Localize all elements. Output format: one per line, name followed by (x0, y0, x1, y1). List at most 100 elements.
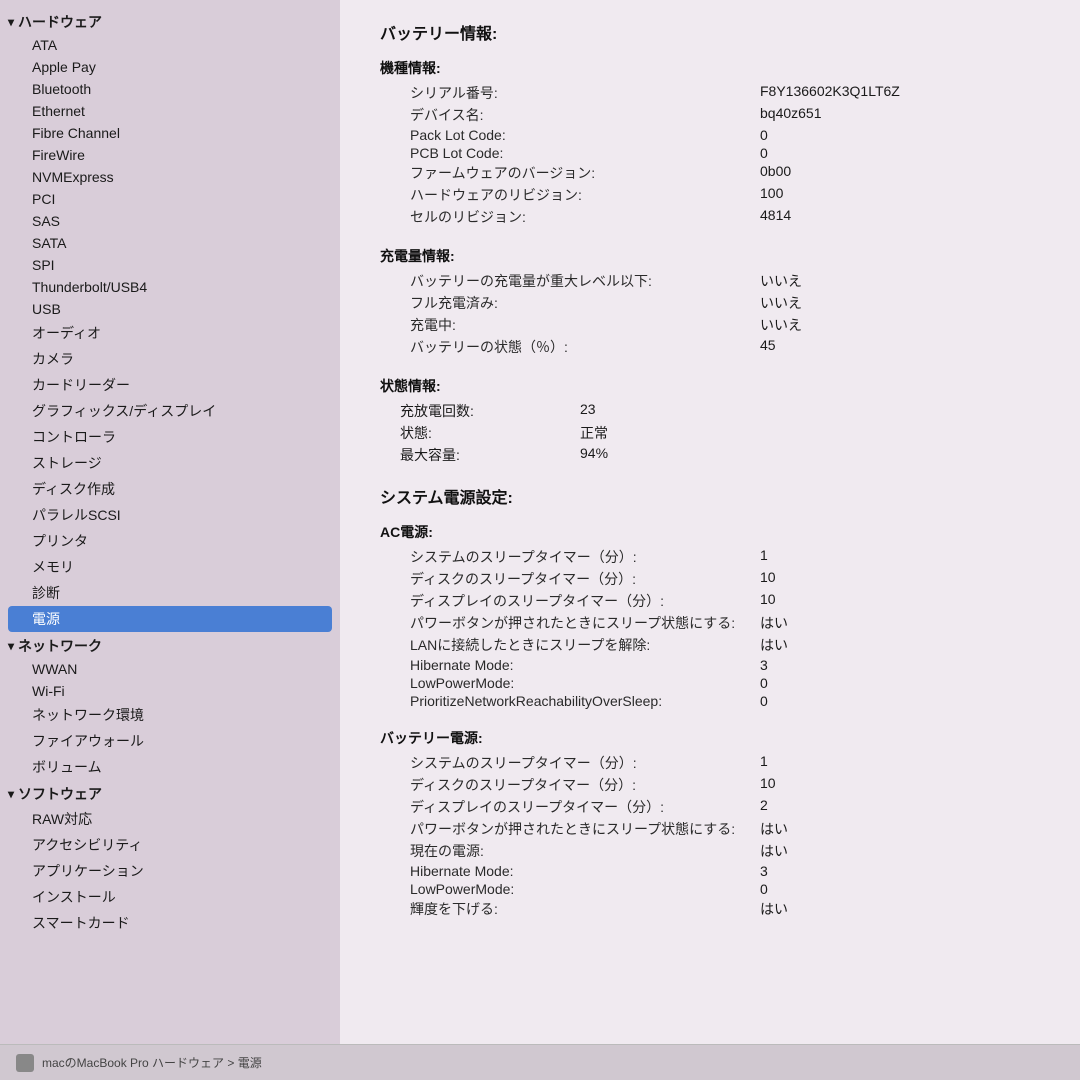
device-label: デバイス名: (380, 105, 760, 125)
page-title: バッテリー情報: (380, 20, 1050, 44)
network-arrow: ▾ (8, 639, 14, 653)
pcb-lot-row: PCB Lot Code: 0 (380, 144, 1050, 162)
ac-disk-sleep-value: 10 (760, 569, 776, 589)
software-arrow: ▾ (8, 787, 14, 801)
bat-disk-sleep-label: ディスクのスリープタイマー（分）: (380, 775, 760, 795)
max-capacity-label: 最大容量: (380, 445, 580, 465)
sidebar-item-applications[interactable]: アプリケーション (0, 858, 340, 884)
bat-hibernate-row: Hibernate Mode: 3 (380, 862, 1050, 880)
battery-status-value: 45 (760, 337, 776, 357)
sidebar-item-firewall[interactable]: ファイアウォール (0, 728, 340, 754)
sidebar-item-thunderbolt[interactable]: Thunderbolt/USB4 (0, 276, 340, 298)
device-value: bq40z651 (760, 105, 822, 125)
pcb-lot-value: 0 (760, 145, 768, 161)
ac-hibernate-label: Hibernate Mode: (380, 657, 760, 673)
ac-display-sleep-row: ディスプレイのスリープタイマー（分）: 10 (380, 590, 1050, 612)
firmware-value: 0b00 (760, 163, 791, 183)
ac-disk-sleep-label: ディスクのスリープタイマー（分）: (380, 569, 760, 589)
ac-lowpower-label: LowPowerMode: (380, 675, 760, 691)
bat-brightness-value: はい (760, 899, 788, 919)
ac-sleep-timer-label: システムのスリープタイマー（分）: (380, 547, 760, 567)
status-info-block: 状態情報: 充放電回数: 23 状態: 正常 最大容量: 94% (380, 376, 1050, 466)
critical-label: バッテリーの充電量が重大レベル以下: (380, 271, 760, 291)
charging-value: いいえ (760, 315, 802, 335)
firmware-label: ファームウェアのバージョン: (380, 163, 760, 183)
sidebar: ▾ ハードウェア ATA Apple Pay Bluetooth Etherne… (0, 0, 340, 1080)
sidebar-item-power[interactable]: 電源 (8, 606, 332, 632)
ac-display-sleep-label: ディスプレイのスリープタイマー（分）: (380, 591, 760, 611)
sidebar-item-parallel-scsi[interactable]: パラレルSCSI (0, 502, 340, 528)
sidebar-item-ethernet[interactable]: Ethernet (0, 100, 340, 122)
hardware-arrow: ▾ (8, 15, 14, 29)
hw-rev-row: ハードウェアのリビジョン: 100 (380, 184, 1050, 206)
bat-disk-sleep-value: 10 (760, 775, 776, 795)
ac-prioritize-label: PrioritizeNetworkReachabilityOverSleep: (380, 693, 760, 709)
sidebar-item-raw[interactable]: RAW対応 (0, 806, 340, 832)
ac-power-button-value: はい (760, 613, 788, 633)
sidebar-item-printer[interactable]: プリンタ (0, 528, 340, 554)
condition-value: 正常 (580, 423, 608, 443)
bat-power-button-value: はい (760, 819, 788, 839)
sidebar-item-sas[interactable]: SAS (0, 210, 340, 232)
condition-label: 状態: (380, 423, 580, 443)
sidebar-item-accessibility[interactable]: アクセシビリティ (0, 832, 340, 858)
ac-display-sleep-value: 10 (760, 591, 776, 611)
cell-rev-row: セルのリビジョン: 4814 (380, 206, 1050, 228)
ac-lan-label: LANに接続したときにスリープを解除: (380, 635, 760, 655)
sidebar-item-wifi[interactable]: Wi-Fi (0, 680, 340, 702)
sidebar-item-bluetooth[interactable]: Bluetooth (0, 78, 340, 100)
sidebar-item-pci[interactable]: PCI (0, 188, 340, 210)
sidebar-item-volume[interactable]: ボリューム (0, 754, 340, 780)
ac-prioritize-value: 0 (760, 693, 768, 709)
sidebar-item-network-env[interactable]: ネットワーク環境 (0, 702, 340, 728)
sidebar-item-disk-creation[interactable]: ディスク作成 (0, 476, 340, 502)
cycle-value: 23 (580, 401, 596, 421)
sidebar-item-nvme[interactable]: NVMExpress (0, 166, 340, 188)
sidebar-item-memory[interactable]: メモリ (0, 554, 340, 580)
ac-lan-row: LANに接続したときにスリープを解除: はい (380, 634, 1050, 656)
sidebar-item-sata[interactable]: SATA (0, 232, 340, 254)
bat-lowpower-value: 0 (760, 881, 768, 897)
mac-icon (16, 1054, 34, 1072)
fully-charged-row: フル充電済み: いいえ (380, 292, 1050, 314)
bat-sleep-timer-label: システムのスリープタイマー（分）: (380, 753, 760, 773)
bat-brightness-label: 輝度を下げる: (380, 899, 760, 919)
ac-lowpower-value: 0 (760, 675, 768, 691)
ac-sleep-timer-row: システムのスリープタイマー（分）: 1 (380, 546, 1050, 568)
sidebar-item-diagnostics[interactable]: 診断 (0, 580, 340, 606)
software-section: ▾ ソフトウェア (0, 780, 340, 806)
bat-disk-sleep-row: ディスクのスリープタイマー（分）: 10 (380, 774, 1050, 796)
sidebar-item-audio[interactable]: オーディオ (0, 320, 340, 346)
bat-power-button-label: パワーボタンが押されたときにスリープ状態にする: (380, 819, 760, 839)
sidebar-item-wwan[interactable]: WWAN (0, 658, 340, 680)
sidebar-item-firewire[interactable]: FireWire (0, 144, 340, 166)
pack-lot-label: Pack Lot Code: (380, 127, 760, 143)
sidebar-item-smartcard[interactable]: スマートカード (0, 910, 340, 936)
bat-sleep-timer-value: 1 (760, 753, 768, 773)
sidebar-item-cardreader[interactable]: カードリーダー (0, 372, 340, 398)
sidebar-item-applepay[interactable]: Apple Pay (0, 56, 340, 78)
sidebar-item-storage[interactable]: ストレージ (0, 450, 340, 476)
ac-power-button-label: パワーボタンが押されたときにスリープ状態にする: (380, 613, 760, 633)
bat-display-sleep-row: ディスプレイのスリープタイマー（分）: 2 (380, 796, 1050, 818)
bat-lowpower-label: LowPowerMode: (380, 881, 760, 897)
cell-rev-value: 4814 (760, 207, 791, 227)
bat-display-sleep-value: 2 (760, 797, 768, 817)
sidebar-item-spi[interactable]: SPI (0, 254, 340, 276)
ac-power-title: AC電源: (380, 522, 1050, 542)
condition-row: 状態: 正常 (380, 422, 1050, 444)
sidebar-item-usb[interactable]: USB (0, 298, 340, 320)
sidebar-item-graphics[interactable]: グラフィックス/ディスプレイ (0, 398, 340, 424)
sidebar-item-ata[interactable]: ATA (0, 34, 340, 56)
sidebar-item-install[interactable]: インストール (0, 884, 340, 910)
bat-current-power-row: 現在の電源: はい (380, 840, 1050, 862)
sidebar-item-controller[interactable]: コントローラ (0, 424, 340, 450)
charging-label: 充電中: (380, 315, 760, 335)
bat-hibernate-label: Hibernate Mode: (380, 863, 760, 879)
ac-lowpower-row: LowPowerMode: 0 (380, 674, 1050, 692)
sidebar-item-fibre[interactable]: Fibre Channel (0, 122, 340, 144)
sidebar-item-camera[interactable]: カメラ (0, 346, 340, 372)
serial-label: シリアル番号: (380, 83, 760, 103)
main-content: バッテリー情報: 機種情報: シリアル番号: F8Y136602K3Q1LT6Z… (340, 0, 1080, 1080)
pack-lot-value: 0 (760, 127, 768, 143)
